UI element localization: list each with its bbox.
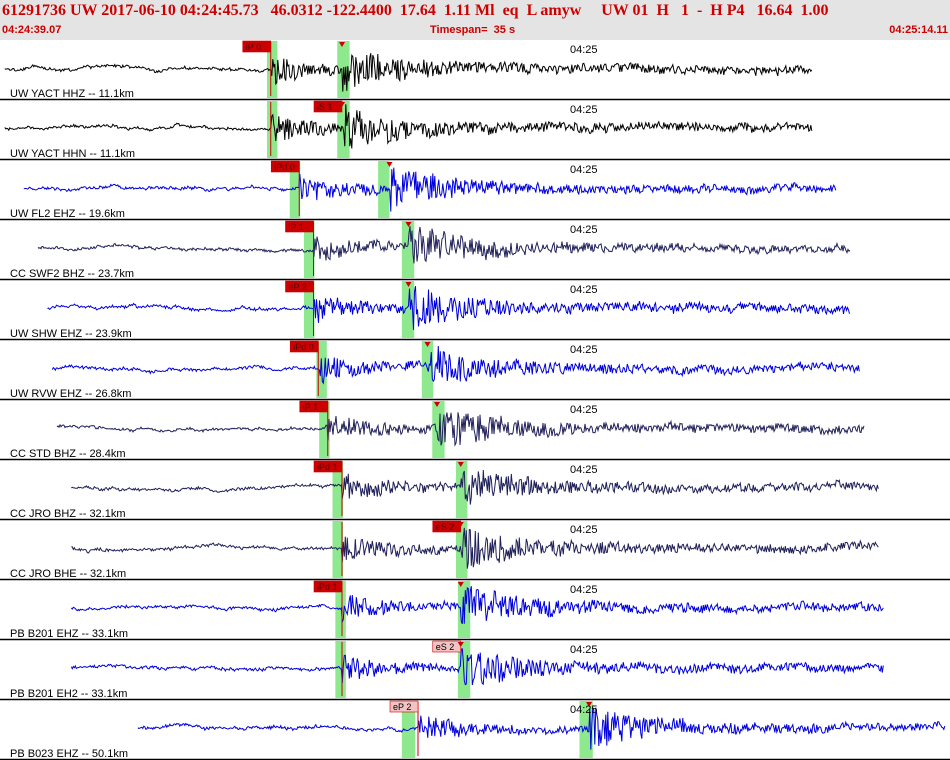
pick-text: iP 1 bbox=[289, 222, 304, 232]
waveform-trace bbox=[4, 53, 813, 92]
pick-text: iPd 0 bbox=[293, 342, 314, 352]
phase-pick-label[interactable]: eS 2 bbox=[432, 640, 462, 653]
station-label: CC JRO BHZ -- 32.1km bbox=[10, 508, 126, 520]
station-label: CC SWF2 BHZ -- 23.7km bbox=[10, 268, 134, 280]
seismogram-panel[interactable]: eS 2 04:25 PB B201 EH2 -- 33.1km bbox=[0, 640, 950, 701]
pick-text: eS 2 bbox=[436, 522, 455, 532]
time-marker-label: 04:25 bbox=[570, 404, 598, 416]
phase-pick-label[interactable]: eS 2 bbox=[432, 520, 462, 533]
station-label: PB B023 EHZ -- 50.1km bbox=[10, 748, 128, 760]
time-marker-label: 04:25 bbox=[570, 164, 598, 176]
waveform-trace bbox=[47, 286, 850, 330]
seismogram-panels: iP 0 04:25 UW YACT HHZ -- 11.1km iS 1 04:25 U… bbox=[0, 40, 950, 760]
event-header: 61291736 UW 2017-06-10 04:24:45.73 46.03… bbox=[0, 0, 950, 40]
pick-text: eP 2 bbox=[289, 282, 307, 292]
phase-pick-label[interactable]: iPd 0 bbox=[289, 340, 319, 353]
phase-pick-label[interactable]: iP 0 bbox=[242, 40, 272, 53]
station-label: CC JRO BHE -- 32.1km bbox=[10, 568, 126, 580]
waveform-trace bbox=[37, 226, 851, 264]
phase-pick-label[interactable]: eP 2 bbox=[389, 700, 419, 713]
time-marker-label: 04:25 bbox=[570, 344, 598, 356]
station-label: UW RVW EHZ -- 26.8km bbox=[10, 388, 131, 400]
waveform-trace bbox=[23, 167, 837, 212]
seismogram-panel[interactable]: iPd 1 04:25 PB B201 EHZ -- 33.1km bbox=[0, 580, 950, 641]
seismogram-panel[interactable]: iP 0 04:25 UW YACT HHZ -- 11.1km bbox=[0, 40, 950, 101]
phase-window-marker bbox=[335, 641, 346, 698]
time-marker-label: 04:25 bbox=[570, 464, 598, 476]
time-marker-label: 04:25 bbox=[570, 644, 598, 656]
phase-pick-label[interactable]: iPd 1 bbox=[313, 460, 343, 473]
seismogram-panel[interactable]: eP 2 04:25 PB B023 EHZ -- 50.1km bbox=[0, 700, 950, 760]
seismogram-panel[interactable]: eS 2 04:25 CC JRO BHE -- 32.1km bbox=[0, 520, 950, 581]
phase-window-marker bbox=[266, 101, 278, 158]
station-label: UW FL2 EHZ -- 19.6km bbox=[10, 208, 125, 220]
station-label: UW YACT HHN -- 11.1km bbox=[10, 148, 135, 160]
pick-text: iPd 1 bbox=[317, 462, 338, 472]
station-label: UW YACT HHZ -- 11.1km bbox=[10, 88, 134, 100]
station-label: PB B201 EH2 -- 33.1km bbox=[10, 688, 127, 700]
time-marker-label: 04:25 bbox=[570, 704, 598, 716]
seismogram-panel[interactable]: iPd 0 04:25 UW FL2 EHZ -- 19.6km bbox=[0, 160, 950, 221]
time-marker-label: 04:25 bbox=[570, 524, 598, 536]
pick-text: iPd 1 bbox=[317, 582, 338, 592]
phase-pick-label[interactable]: eP 2 bbox=[285, 280, 314, 293]
phase-pick-label[interactable]: iPd 0 bbox=[270, 160, 300, 173]
end-time: 04:25:14.11 bbox=[889, 24, 948, 36]
phase-pick-label[interactable]: iP 1 bbox=[285, 220, 314, 233]
seismogram-panel[interactable]: iPd 0 04:25 UW RVW EHZ -- 26.8km bbox=[0, 340, 950, 401]
pick-text: eP 2 bbox=[393, 702, 411, 712]
pick-text: iPd 0 bbox=[274, 162, 295, 172]
phase-pick-label[interactable]: iP 1 bbox=[299, 400, 329, 413]
seismogram-panel[interactable]: eP 2 04:25 UW SHW EHZ -- 23.9km bbox=[0, 280, 950, 341]
pick-text: iS 1 bbox=[317, 102, 333, 112]
start-time: 04:24:39.07 bbox=[2, 24, 62, 36]
waveform-trace bbox=[70, 469, 879, 505]
seismogram-panel[interactable]: iS 1 04:25 UW YACT HHN -- 11.1km bbox=[0, 100, 950, 161]
phase-window-marker bbox=[456, 461, 468, 518]
pick-text: iP 1 bbox=[303, 402, 318, 412]
waveform-trace bbox=[70, 648, 884, 686]
time-marker-label: 04:25 bbox=[570, 224, 598, 236]
waveform-canvas[interactable]: iP 0 04:25 UW YACT HHZ -- 11.1km iS 1 04:25 U… bbox=[0, 40, 950, 760]
seismogram-panel[interactable]: iPd 1 04:25 CC JRO BHZ -- 32.1km bbox=[0, 460, 950, 521]
station-label: UW SHW EHZ -- 23.9km bbox=[10, 328, 132, 340]
time-marker-label: 04:25 bbox=[570, 104, 598, 116]
waveform-trace bbox=[56, 412, 865, 447]
waveform-trace bbox=[51, 345, 860, 385]
waveform-trace bbox=[70, 586, 884, 625]
time-marker-label: 04:25 bbox=[570, 44, 598, 56]
station-label: CC STD BHZ -- 28.4km bbox=[10, 448, 126, 460]
waveform-trace bbox=[71, 527, 879, 569]
timespan-label: Timespan= 35 s bbox=[430, 24, 516, 36]
waveform-trace bbox=[4, 104, 813, 149]
pick-text: eS 2 bbox=[436, 642, 455, 652]
event-summary: 61291736 UW 2017-06-10 04:24:45.73 46.03… bbox=[2, 2, 829, 19]
phase-pick-label[interactable]: iPd 1 bbox=[313, 580, 343, 593]
time-marker-label: 04:25 bbox=[570, 284, 598, 296]
waveform-trace bbox=[137, 706, 946, 750]
station-label: PB B201 EHZ -- 33.1km bbox=[10, 628, 128, 640]
time-marker-label: 04:25 bbox=[570, 584, 598, 596]
phase-pick-label[interactable]: iS 1 bbox=[313, 100, 343, 113]
pick-text: iP 0 bbox=[246, 42, 261, 52]
seismogram-panel[interactable]: iP 1 04:25 CC STD BHZ -- 28.4km bbox=[0, 400, 950, 461]
seismogram-panel[interactable]: iP 1 04:25 CC SWF2 BHZ -- 23.7km bbox=[0, 220, 950, 281]
